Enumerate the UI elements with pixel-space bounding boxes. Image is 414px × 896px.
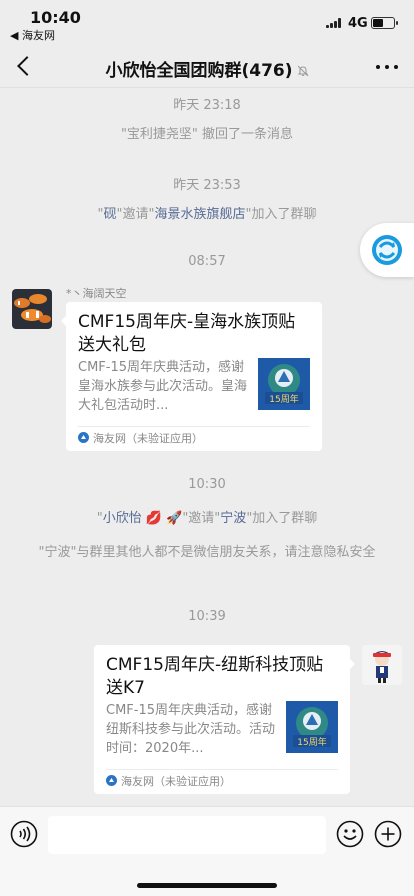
status-time: 10:40 (30, 8, 81, 27)
chat-title: 小欣怡全国团购群(476) (70, 56, 344, 81)
invitee-name-link[interactable]: 宁波 (220, 511, 246, 526)
voice-input-icon[interactable] (10, 820, 38, 848)
mute-bell-icon (297, 65, 308, 77)
card-thumbnail: 15周年 (258, 358, 310, 410)
timestamp: 昨天 23:53 (173, 178, 241, 193)
sender-name: *丶海阔天空 (66, 287, 127, 300)
timestamp: 昨天 23:18 (173, 98, 241, 113)
app-logo-icon (106, 775, 117, 786)
plus-icon[interactable] (374, 820, 402, 848)
sender-avatar[interactable] (12, 289, 52, 329)
network-type: 4G (348, 16, 368, 31)
refresh-swirl-icon (372, 235, 402, 265)
my-avatar[interactable] (362, 645, 402, 685)
svg-text:15周年: 15周年 (297, 736, 326, 748)
inviter-name-link[interactable]: 小欣怡 💋 🚀 (103, 511, 183, 526)
join-notice: "砚"邀请"海景水族旗舰店"加入了群聊 (97, 207, 317, 222)
inviter-name-link[interactable]: 砚 (104, 207, 117, 222)
home-indicator[interactable] (137, 883, 277, 888)
group-name: 小欣怡全国团购群(476) (105, 61, 293, 81)
nav-bar: 小欣怡全国团购群(476) (0, 44, 414, 88)
app-logo-icon (78, 432, 89, 443)
timestamp: 08:57 (188, 254, 226, 269)
card-source: 海友网（未验证应用） (78, 432, 203, 446)
card-description: CMF-15周年庆典活动，感谢纽斯科技参与此次活动。活动时间：2020年... (106, 703, 276, 756)
timestamp: 10:30 (188, 477, 226, 492)
status-bar: 10:40 ◀ 海友网 4G (0, 0, 414, 44)
battery-icon (371, 17, 398, 29)
card-title: CMF15周年庆-纽斯科技顶贴送K7 (106, 655, 324, 698)
more-options-button[interactable] (372, 52, 402, 80)
card-source: 海友网（未验证应用） (106, 775, 231, 789)
timestamp: 10:39 (188, 609, 226, 624)
link-card[interactable]: CMF15周年庆-纽斯科技顶贴送K7 CMF-15周年庆典活动，感谢纽斯科技参与… (94, 645, 355, 794)
floating-assist-button[interactable] (360, 223, 414, 277)
chat-message-list[interactable]: 昨天 23:18 "宝利捷尧坚" 撤回了一条消息 昨天 23:53 "砚"邀请"… (0, 88, 414, 806)
card-description: CMF-15周年庆典活动，感谢皇海水族参与此次活动。皇海大礼包活动时... (78, 360, 248, 413)
back-button[interactable] (8, 50, 40, 82)
invitee-name-link[interactable]: 海景水族旗舰店 (154, 207, 245, 222)
svg-text:15周年: 15周年 (269, 393, 298, 405)
join-notice: "小欣怡 💋 🚀"邀请"宁波"加入了群聊 (96, 511, 318, 526)
privacy-notice: "宁波"与群里其他人都不是微信朋友关系，请注意隐私安全 (38, 545, 376, 560)
link-card[interactable]: CMF15周年庆-皇海水族顶贴送大礼包 CMF-15周年庆典活动，感谢皇海水族参… (61, 302, 322, 451)
message-input[interactable] (48, 816, 326, 854)
signal-icon (326, 18, 343, 28)
emoji-icon[interactable] (336, 820, 364, 848)
card-title: CMF15周年庆-皇海水族顶贴送大礼包 (78, 312, 296, 355)
card-thumbnail: 15周年 (286, 701, 338, 753)
back-to-app-link[interactable]: ◀ 海友网 (10, 27, 55, 43)
input-bar (0, 806, 414, 896)
recall-notice: "宝利捷尧坚" 撤回了一条消息 (120, 127, 294, 142)
